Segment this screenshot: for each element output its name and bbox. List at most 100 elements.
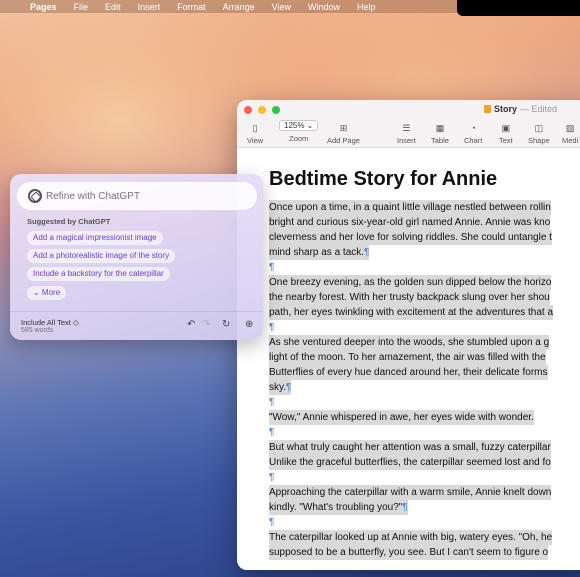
toolbar-chart-label: Chart: [464, 136, 483, 145]
pilcrow-mark: ¶: [269, 472, 275, 483]
paragraph[interactable]: Once upon a time, in a quaint little vil…: [269, 200, 580, 260]
refresh-icon[interactable]: ↻: [222, 319, 230, 330]
paragraph[interactable]: As she ventured deeper into the woods, s…: [269, 335, 580, 395]
text-line: supposed to be a butterfly, you see. But…: [269, 545, 549, 560]
text-line: As she ventured deeper into the woods, s…: [269, 335, 550, 350]
empty-paragraph: ¶: [269, 260, 580, 275]
add-circle-icon[interactable]: ⊕: [245, 319, 253, 330]
toolbar-view-label: View: [247, 136, 264, 145]
text-line: path, her eyes twinkling with excitement…: [269, 305, 554, 320]
window-controls: [244, 106, 280, 114]
toolbar-add-page-label: Add Page: [327, 136, 360, 145]
text-line: the nearby forest. With her trusty backp…: [269, 290, 550, 305]
text-line: cleverness and her love for solving ridd…: [269, 230, 552, 245]
paragraph[interactable]: One breezy evening, as the golden sun di…: [269, 275, 580, 320]
toolbar-insert-label: Insert: [397, 136, 416, 145]
toolbar-media[interactable]: ▨ Medi: [562, 122, 578, 145]
close-button[interactable]: [244, 106, 252, 114]
toolbar-view[interactable]: ▯ View: [247, 122, 263, 145]
document-heading[interactable]: Bedtime Story for Annie: [269, 168, 580, 191]
document-icon: [484, 105, 491, 113]
document-body[interactable]: Once upon a time, in a quaint little vil…: [269, 200, 580, 560]
empty-paragraph: ¶: [269, 395, 580, 410]
toolbar-text[interactable]: ▣ Text: [499, 122, 513, 145]
pilcrow-mark: ¶: [269, 427, 275, 438]
toolbar-insert[interactable]: ☰ Insert: [397, 122, 416, 145]
document-title: Story — Edited: [484, 104, 557, 114]
pilcrow-mark: ¶: [269, 397, 275, 408]
fullscreen-button[interactable]: [272, 106, 280, 114]
paragraph[interactable]: "Wow," Annie whispered in awe, her eyes …: [269, 410, 580, 425]
more-button[interactable]: ⌄ More: [27, 286, 67, 300]
edited-status: — Edited: [520, 104, 558, 114]
include-text-select[interactable]: Include All Text ◇: [21, 318, 79, 327]
toolbar-add-page[interactable]: ⊞ Add Page: [327, 122, 360, 145]
text-line: The caterpillar looked up at Annie with …: [269, 530, 553, 545]
popover-divider: [10, 311, 263, 312]
document-page[interactable]: Bedtime Story for Annie Once upon a time…: [237, 168, 580, 560]
toolbar-table[interactable]: ▦ Table: [431, 122, 449, 145]
pages-window: Story — Edited ▯ View 125% ⌄ Zoom ⊞ Add …: [237, 100, 580, 570]
sidebar-icon: ▯: [252, 123, 258, 133]
toolbar-zoom[interactable]: 125% ⌄ Zoom: [279, 120, 319, 143]
menu-insert[interactable]: Insert: [138, 2, 161, 12]
text-line: Once upon a time, in a quaint little vil…: [269, 200, 551, 215]
toolbar-chart[interactable]: ◔ Chart: [464, 122, 482, 145]
empty-paragraph: ¶: [269, 470, 580, 485]
suggestion-photorealistic-image[interactable]: Add a photorealistic image of the story: [27, 249, 176, 263]
text-line: Unlike the graceful butterflies, the cat…: [269, 455, 551, 470]
pilcrow-mark: ¶: [364, 247, 370, 258]
pilcrow-mark: ¶: [286, 382, 292, 393]
table-icon: ▦: [435, 123, 445, 133]
text-line: But what truly caught her attention was …: [269, 440, 551, 455]
redo-icon[interactable]: ↷: [202, 319, 210, 330]
toolbar-shape-label: Shape: [528, 136, 550, 145]
document-name: Story: [494, 104, 518, 114]
toolbar-shape[interactable]: ◫ Shape: [528, 122, 550, 145]
menu-format[interactable]: Format: [177, 2, 206, 12]
undo-icon[interactable]: ↶: [187, 319, 195, 330]
menu-view[interactable]: View: [272, 2, 291, 12]
chatgpt-icon: [28, 189, 42, 203]
pilcrow-mark: ¶: [269, 262, 275, 273]
menu-edit[interactable]: Edit: [105, 2, 121, 12]
toolbar-zoom-label: Zoom: [289, 134, 309, 143]
text-line: light of the moon. To her amazement, the…: [269, 350, 546, 365]
paragraph[interactable]: But what truly caught her attention was …: [269, 440, 580, 470]
text-line: Butterflies of every hue danced around h…: [269, 365, 548, 380]
menu-arrange[interactable]: Arrange: [223, 2, 255, 12]
empty-paragraph: ¶: [269, 425, 580, 440]
insert-icon: ☰: [402, 123, 411, 133]
menu-window[interactable]: Window: [308, 2, 340, 12]
empty-paragraph: ¶: [269, 320, 580, 335]
suggestion-caterpillar-backstory[interactable]: Include a backstory for the caterpillar: [27, 267, 170, 281]
minimize-button[interactable]: [258, 106, 266, 114]
media-icon: ▨: [565, 123, 575, 133]
text-line: kindly. "What's troubling you?"¶: [269, 500, 408, 515]
paragraph[interactable]: The caterpillar looked up at Annie with …: [269, 530, 580, 560]
menu-app-pages[interactable]: Pages: [30, 2, 57, 12]
suggestion-impressionist-image[interactable]: Add a magical impressionist image: [27, 231, 163, 245]
add-page-icon: ⊞: [339, 123, 348, 133]
pilcrow-mark: ¶: [269, 517, 275, 528]
toolbar-text-label: Text: [499, 136, 513, 145]
zoom-select[interactable]: 125% ⌄: [279, 120, 319, 131]
toolbar-media-label: Medi: [562, 136, 579, 145]
pilcrow-mark: ¶: [269, 322, 275, 333]
text-line: Approaching the caterpillar with a warm …: [269, 485, 552, 500]
paragraph[interactable]: Approaching the caterpillar with a warm …: [269, 485, 580, 515]
chart-icon: ◔: [470, 123, 476, 133]
pilcrow-mark: ¶: [402, 502, 408, 513]
camera-notch: [457, 0, 580, 16]
window-titlebar: Story — Edited ▯ View 125% ⌄ Zoom ⊞ Add …: [237, 100, 580, 148]
text-line: sky.¶: [269, 380, 292, 395]
suggested-title: Suggested by ChatGPT: [27, 217, 111, 226]
word-count: 585 words: [21, 327, 54, 334]
text-icon: ▣: [501, 123, 511, 133]
menu-help[interactable]: Help: [357, 2, 376, 12]
text-line: "Wow," Annie whispered in awe, her eyes …: [269, 410, 534, 425]
menu-file[interactable]: File: [74, 2, 89, 12]
refine-input[interactable]: [46, 190, 236, 202]
refine-input-container[interactable]: [17, 182, 257, 210]
shape-icon: ◫: [534, 123, 544, 133]
